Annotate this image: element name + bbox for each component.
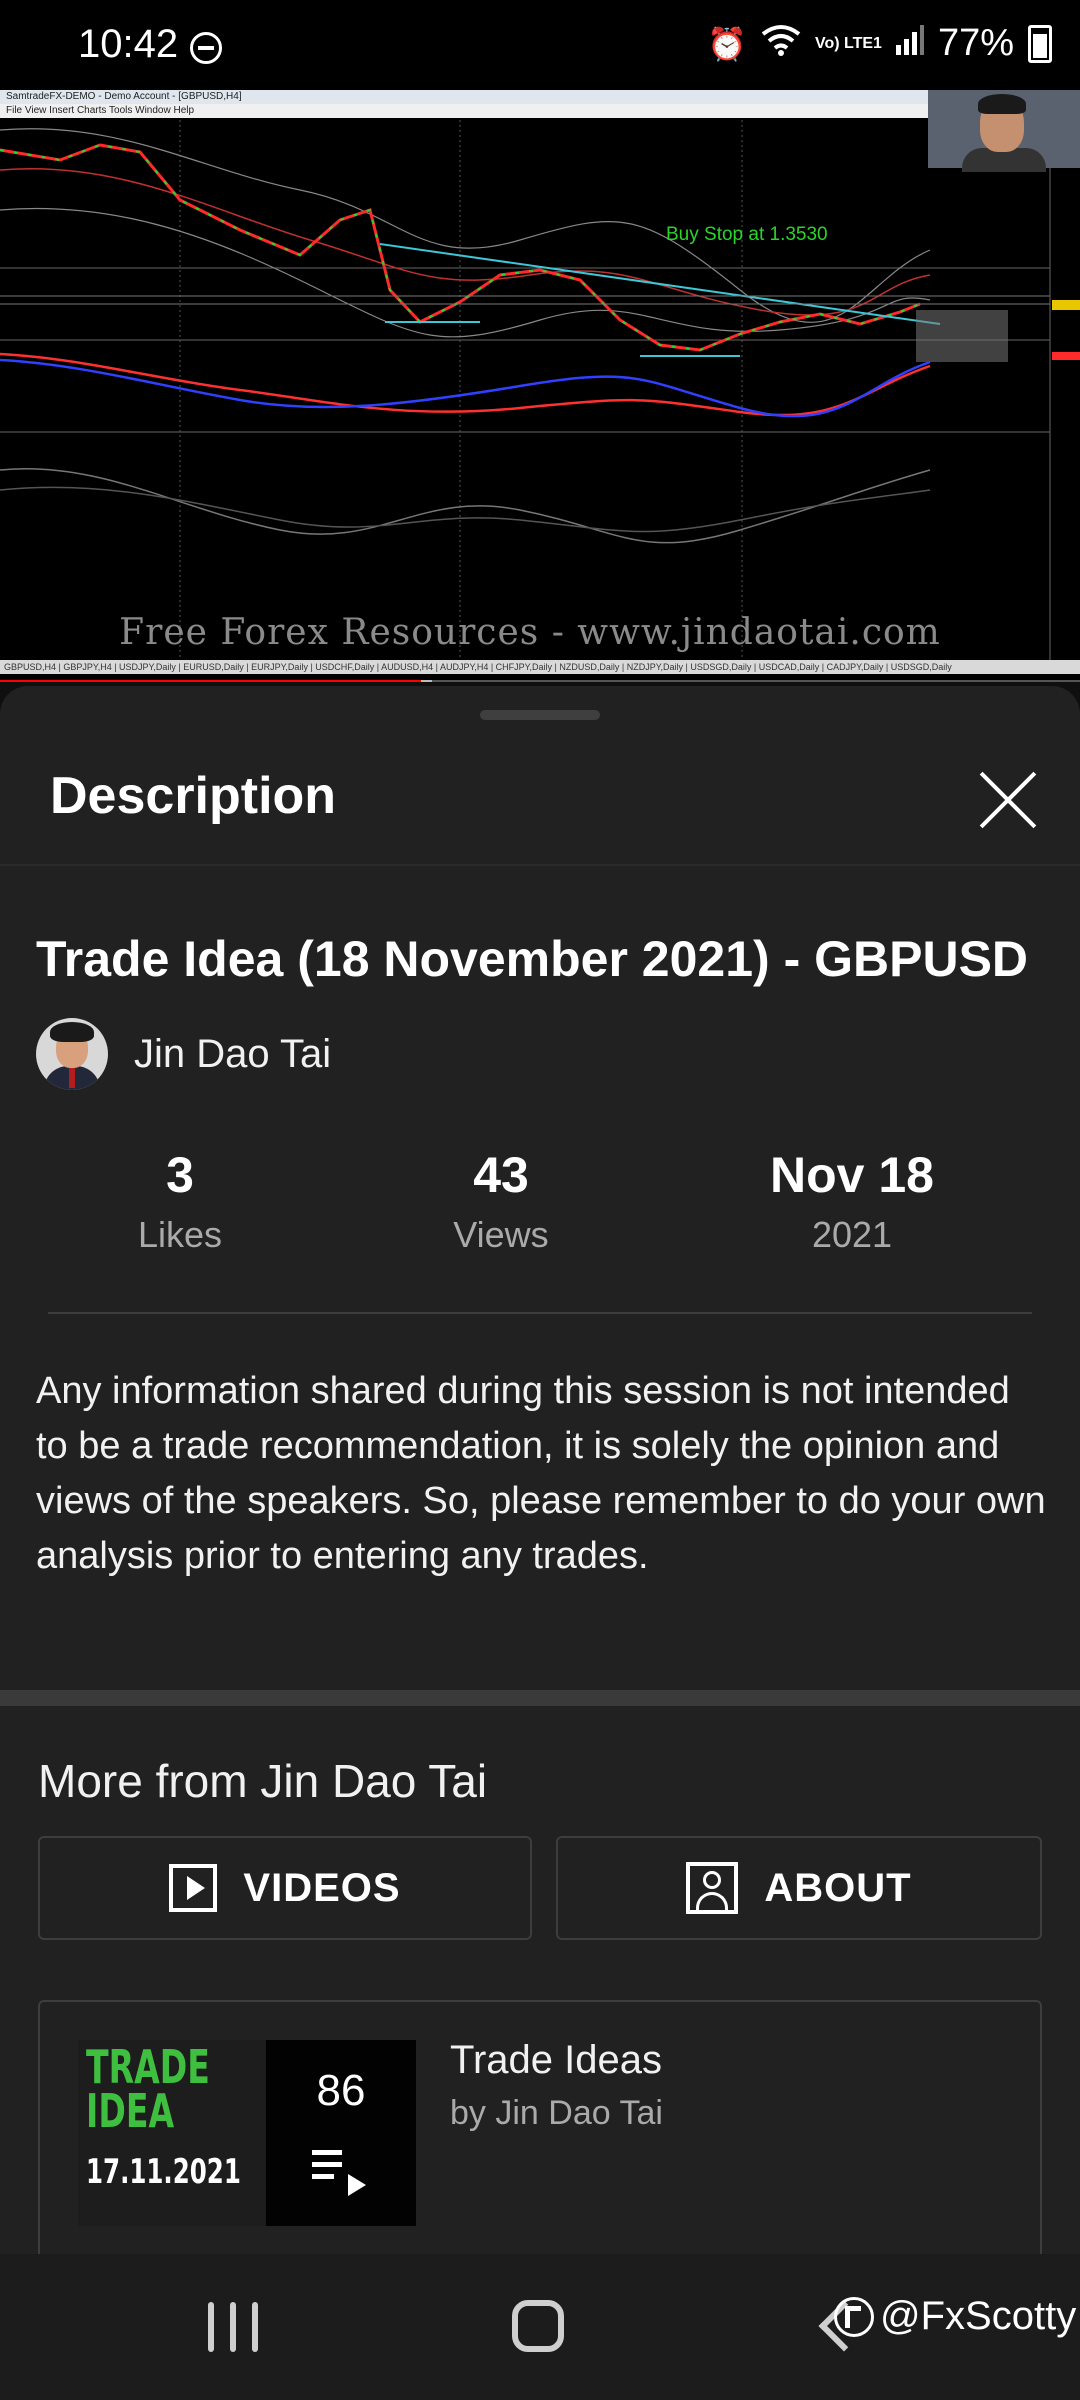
presenter-webcam (928, 90, 1080, 172)
channel-name[interactable]: Jin Dao Tai (134, 1032, 331, 1077)
symbol-tabs: GBPUSD,H4 | GBPJPY,H4 | USDJPY,Daily | E… (0, 660, 1080, 674)
signal-icon (895, 24, 924, 63)
playlist-play-icon (312, 2150, 372, 2200)
videos-button[interactable]: VIDEOS (38, 1836, 532, 1940)
video-stats: 3 Likes 43 Views Nov 18 2021 (0, 1146, 1080, 1276)
sheet-title: Description (50, 767, 337, 825)
channel-row[interactable]: Jin Dao Tai (36, 1016, 331, 1092)
playlist-video-count: 86 (316, 2066, 366, 2115)
video-watermark: Free Forex Resources - www.jindaotai.com (119, 612, 941, 653)
status-icons: ⏰ Vo) LTE1 77% (707, 22, 1052, 65)
videos-button-label: VIDEOS (243, 1865, 401, 1910)
battery-percent: 77% (937, 22, 1014, 64)
creator-handle: @FxScotty (880, 2294, 1077, 2338)
navigation-bar: @FxScotty (0, 2254, 1080, 2400)
avatar[interactable] (36, 1018, 108, 1090)
status-bar: 10:42 ⏰ Vo) LTE1 77% (0, 0, 1080, 90)
about-button[interactable]: ABOUT (556, 1836, 1042, 1940)
video-title: Trade Idea (18 November 2021) - GBPUSD (36, 931, 1029, 987)
likes-stat: 3 Likes (80, 1146, 280, 1256)
more-from-heading: More from Jin Dao Tai (38, 1755, 488, 1807)
video-progress-bar[interactable] (0, 680, 1080, 682)
status-time: 10:42 (78, 22, 179, 66)
thumbnail-text-line2: IDEA (86, 2084, 175, 2138)
recent-apps-icon[interactable] (208, 2302, 262, 2352)
alarm-icon: ⏰ (707, 25, 747, 62)
network-label: Vo) LTE1 (814, 34, 882, 52)
description-text: Any information shared during this sessi… (36, 1370, 1046, 1577)
header-divider (0, 864, 1080, 866)
playlist-count-overlay: 86 (266, 2040, 416, 2226)
video-progress-fill (0, 680, 422, 682)
likes-label: Likes (137, 1214, 223, 1255)
wifi-icon (761, 24, 801, 64)
playlist-thumbnail[interactable]: TRADE IDEA 17.11.2021 86 (78, 2040, 416, 2226)
platform-title: SamtradeFX-DEMO - Demo Account - [GBPUSD… (0, 90, 936, 104)
video-player[interactable]: SamtradeFX-DEMO - Demo Account - [GBPUSD… (0, 90, 1080, 682)
about-button-label: ABOUT (764, 1865, 912, 1910)
creator-watermark: @FxScotty (834, 2294, 1076, 2339)
creator-logo-icon (834, 2296, 874, 2337)
playlist-title[interactable]: Trade Ideas (450, 2038, 662, 2083)
thumbnail-date: 17.11.2021 (86, 2152, 241, 2192)
chart-annotation: Buy Stop at 1.3530 (666, 224, 828, 245)
battery-icon (1028, 24, 1052, 63)
upload-date: Nov 18 (770, 1147, 934, 1203)
stats-divider (48, 1312, 1032, 1314)
playlist-card[interactable]: TRADE IDEA 17.11.2021 86 Trade Ideas by … (38, 2000, 1042, 2254)
sheet-header: Description (0, 686, 1080, 866)
home-icon[interactable] (512, 2300, 564, 2352)
date-stat: Nov 18 2021 (732, 1146, 972, 1256)
video-progress-buffer (421, 680, 432, 682)
close-icon[interactable] (976, 768, 1040, 832)
section-separator (0, 1690, 1080, 1706)
playlist-byline: by Jin Dao Tai (450, 2094, 663, 2132)
platform-menu: File View Insert Charts Tools Window Hel… (0, 104, 936, 118)
playlist-thumbnail-image: TRADE IDEA 17.11.2021 (78, 2040, 266, 2226)
description-sheet: Description Trade Idea (18 November 2021… (0, 686, 1080, 2254)
play-box-icon (169, 1864, 218, 1912)
views-label: Views (453, 1214, 549, 1255)
video-frame-chart (0, 90, 1080, 682)
do-not-disturb-icon (190, 32, 222, 64)
upload-year: 2021 (811, 1214, 893, 1255)
person-box-icon (686, 1862, 739, 1914)
views-count: 43 (473, 1147, 529, 1203)
likes-count: 3 (166, 1147, 194, 1203)
views-stat: 43 Views (401, 1146, 601, 1256)
